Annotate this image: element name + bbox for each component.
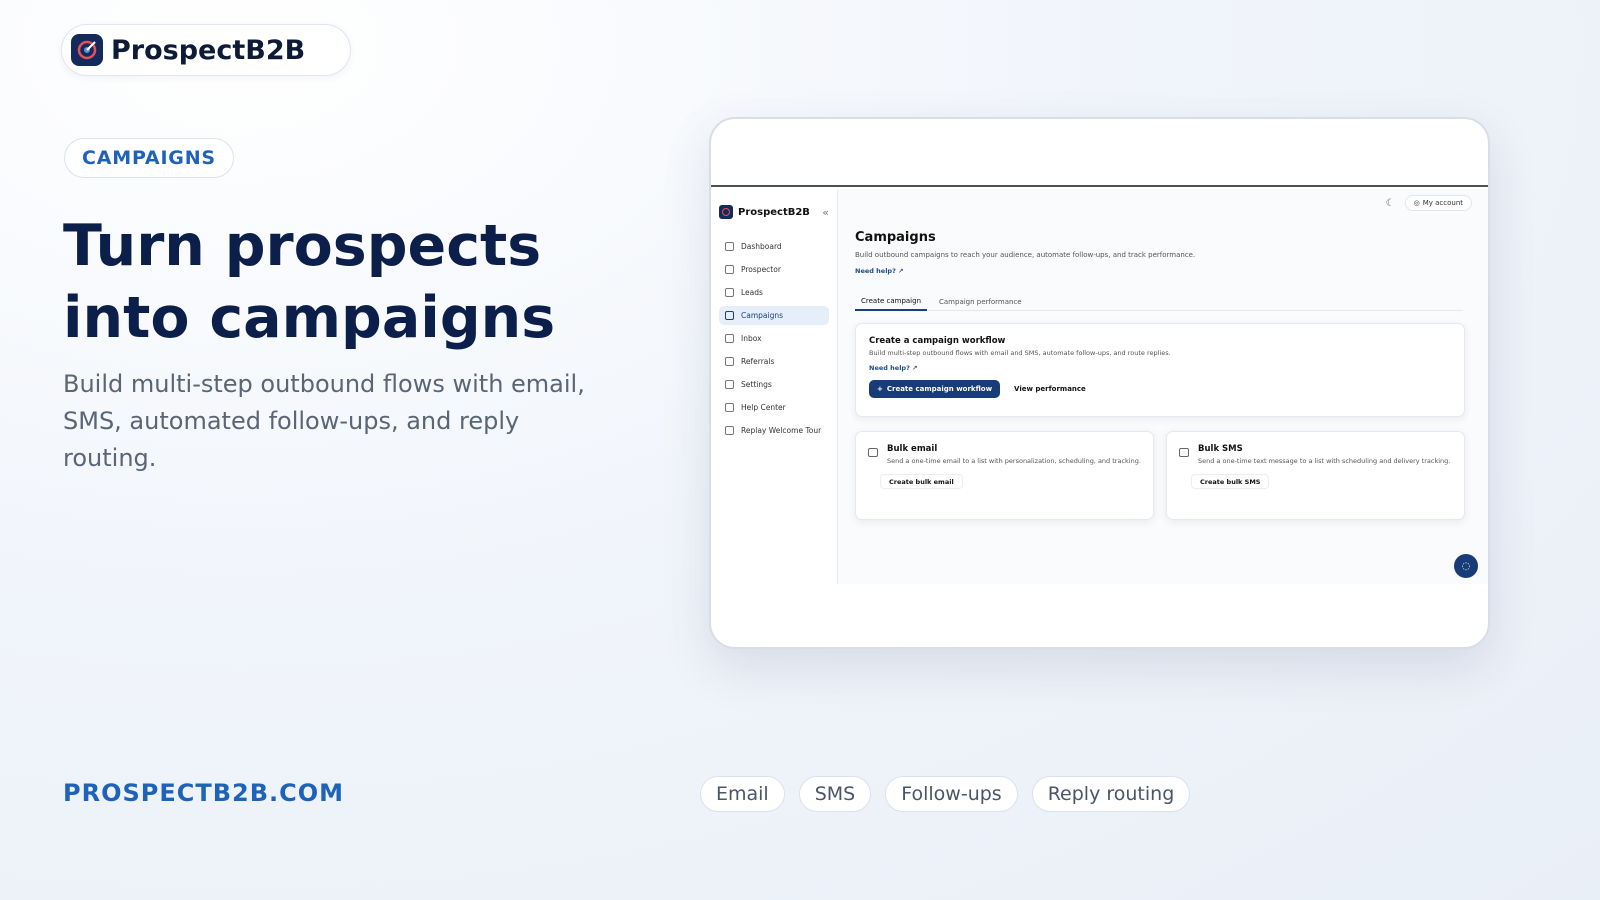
home-icon: [725, 242, 734, 251]
sidebar-item-label: Help Center: [741, 403, 786, 412]
main-header: ☾ ◎ My account: [838, 189, 1488, 217]
logo-icon: [719, 205, 733, 219]
sidebar-item-label: Replay Welcome Tour: [741, 426, 822, 435]
gift-icon: [725, 357, 734, 366]
bulk-sms-title: Bulk SMS: [1198, 444, 1243, 454]
hero-title-line2: into campaigns: [63, 285, 556, 351]
mail-icon: [868, 448, 878, 457]
sidebar-item-label: Prospector: [741, 265, 781, 274]
bulk-sms-description: Send a one-time text message to a list w…: [1198, 457, 1451, 465]
sidebar-item-campaigns[interactable]: Campaigns: [719, 306, 829, 325]
sidebar-item-label: Dashboard: [741, 242, 782, 251]
sidebar-item-settings[interactable]: Settings: [719, 375, 829, 394]
collapse-sidebar-icon[interactable]: «: [822, 206, 829, 219]
tab-create-campaign[interactable]: Create campaign: [855, 293, 927, 311]
sidebar-item-help-center[interactable]: Help Center: [719, 398, 829, 417]
user-circle-icon: ◎: [1413, 199, 1420, 207]
sidebar-item-label: Campaigns: [741, 311, 784, 320]
bulk-email-title: Bulk email: [887, 444, 938, 454]
brand-pill[interactable]: ProspectB2B: [61, 24, 351, 76]
sidebar-item-inbox[interactable]: Inbox: [719, 329, 829, 348]
tabs: Create campaign Campaign performance: [855, 293, 1463, 311]
create-campaign-workflow-label: Create campaign workflow: [886, 385, 993, 393]
create-campaign-workflow-button[interactable]: + Create campaign workflow: [869, 380, 1001, 398]
tag-sms: SMS: [798, 776, 872, 812]
sidebar-item-prospector[interactable]: Prospector: [719, 260, 829, 279]
main-content: ☾ ◎ My account Campaigns Build outbound …: [838, 189, 1488, 584]
feature-tags: Email SMS Follow-ups Reply routing: [700, 776, 1191, 812]
workflow-card-description: Build multi-step outbound flows with ema…: [869, 349, 1171, 357]
sidebar: ProspectB2B « Dashboard Prospector Leads…: [711, 189, 838, 584]
need-help-link[interactable]: Need help? ↗: [855, 267, 904, 275]
workflow-card: Create a campaign workflow Build multi-s…: [855, 323, 1465, 417]
tab-campaign-performance[interactable]: Campaign performance: [933, 293, 1028, 311]
sidebar-item-replay-tour[interactable]: Replay Welcome Tour: [719, 421, 829, 440]
help-icon: [725, 403, 734, 412]
section-badge: CAMPAIGNS: [64, 138, 234, 178]
my-account-button[interactable]: ◎ My account: [1404, 195, 1472, 211]
inbox-icon: [725, 334, 734, 343]
workflow-actions: + Create campaign workflow View performa…: [869, 380, 1451, 398]
message-icon: [1179, 448, 1189, 457]
sidebar-brand-name: ProspectB2B: [738, 206, 810, 218]
site-url[interactable]: PROSPECTB2B.COM: [63, 779, 344, 807]
gear-icon: [725, 380, 734, 389]
sidebar-item-leads[interactable]: Leads: [719, 283, 829, 302]
hero-subtitle: Build multi-step outbound flows with ema…: [63, 370, 585, 472]
replay-icon: [725, 426, 734, 435]
tag-follow-ups: Follow-ups: [885, 776, 1018, 812]
bulk-sms-card: Bulk SMS Send a one-time text message to…: [1166, 431, 1465, 520]
device-topbar: [711, 119, 1488, 187]
hero-title: Turn prospects into campaigns: [63, 210, 663, 354]
sidebar-item-referrals[interactable]: Referrals: [719, 352, 829, 371]
sidebar-item-label: Inbox: [741, 334, 762, 343]
bulk-email-description: Send a one-time email to a list with per…: [887, 457, 1141, 465]
sidebar-item-label: Settings: [741, 380, 772, 389]
tag-email: Email: [700, 776, 785, 812]
mail-icon: [725, 311, 734, 320]
create-bulk-sms-button[interactable]: Create bulk SMS: [1191, 474, 1270, 489]
sidebar-item-label: Leads: [741, 288, 763, 297]
workflow-need-help-link[interactable]: Need help? ↗: [869, 364, 1451, 372]
sidebar-item-label: Referrals: [741, 357, 775, 366]
users-icon: [725, 288, 734, 297]
plus-icon: +: [877, 385, 883, 393]
hero-title-line1: Turn prospects: [63, 213, 542, 279]
workflow-card-title: Create a campaign workflow: [869, 336, 1006, 346]
page-title: Campaigns: [855, 230, 936, 245]
sidebar-item-dashboard[interactable]: Dashboard: [719, 237, 829, 256]
chat-support-icon[interactable]: ◌: [1454, 554, 1478, 578]
tag-reply-routing: Reply routing: [1031, 776, 1191, 812]
view-performance-button[interactable]: View performance: [1008, 380, 1092, 398]
create-bulk-email-button[interactable]: Create bulk email: [880, 474, 963, 489]
my-account-label: My account: [1422, 199, 1463, 207]
theme-toggle-icon[interactable]: ☾: [1386, 198, 1395, 209]
app-screenshot: ProspectB2B « Dashboard Prospector Leads…: [711, 189, 1488, 584]
device-mockup: ProspectB2B « Dashboard Prospector Leads…: [709, 117, 1490, 649]
bulk-email-card: Bulk email Send a one-time email to a li…: [855, 431, 1154, 520]
brand-name: ProspectB2B: [111, 34, 306, 66]
layers-icon: [725, 265, 734, 274]
page-description: Build outbound campaigns to reach your a…: [855, 251, 1196, 259]
target-logo-icon: [71, 34, 103, 66]
sidebar-brand[interactable]: ProspectB2B «: [719, 201, 829, 223]
